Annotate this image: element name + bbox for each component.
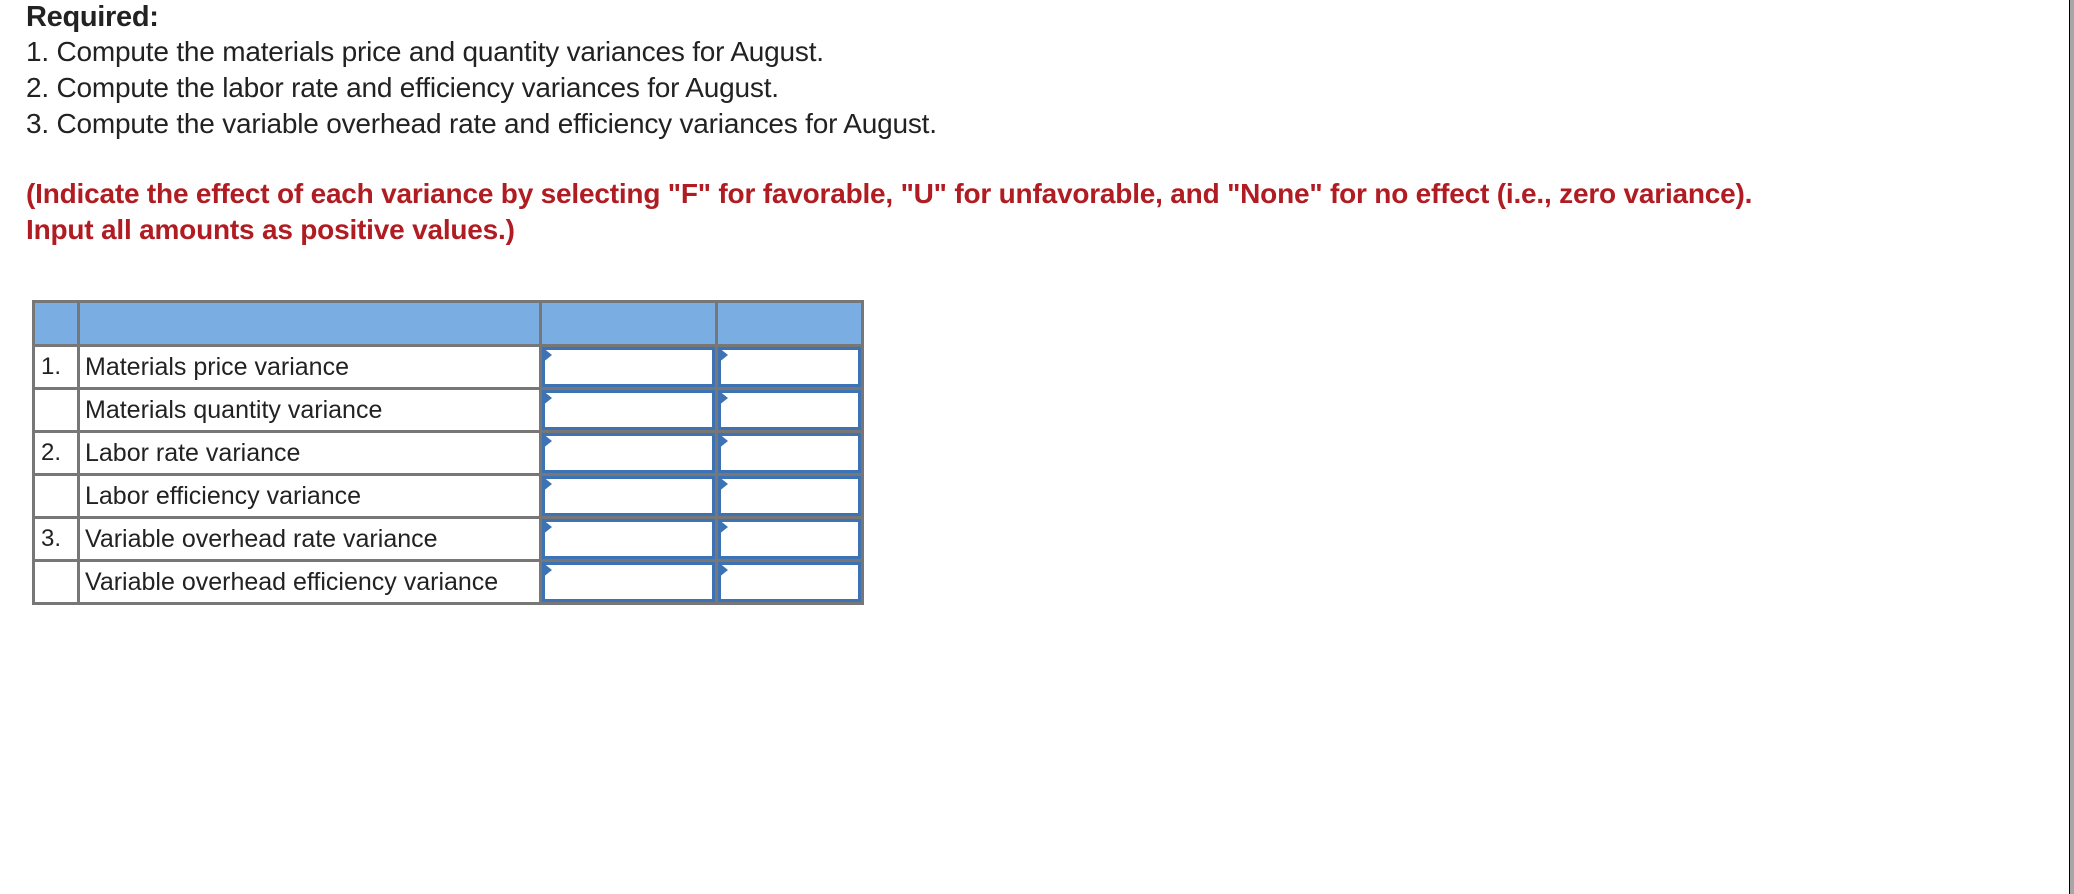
variance-table: 1. Materials price variance Materials qu… (32, 300, 864, 605)
header-label (77, 300, 542, 347)
input-flag-icon (542, 347, 552, 363)
input-flag-icon (718, 476, 728, 492)
row-number (32, 473, 80, 519)
input-flag-icon (542, 390, 552, 406)
amount-cell (539, 516, 718, 562)
amount-input[interactable] (542, 476, 715, 516)
table-row: 3. Variable overhead rate variance (32, 516, 864, 562)
row-number (32, 559, 80, 605)
effect-cell (715, 344, 864, 390)
table-row: 2. Labor rate variance (32, 430, 864, 476)
amount-input[interactable] (542, 390, 715, 430)
effect-select[interactable] (718, 433, 861, 473)
input-flag-icon (718, 347, 728, 363)
amount-cell (539, 387, 718, 433)
amount-input[interactable] (542, 519, 715, 559)
requirements-list: 1. Compute the materials price and quant… (26, 34, 2056, 142)
effect-select[interactable] (718, 562, 861, 602)
row-label: Variable overhead efficiency variance (77, 559, 542, 605)
amount-cell (539, 430, 718, 476)
row-label: Labor efficiency variance (77, 473, 542, 519)
amount-input[interactable] (542, 562, 715, 602)
input-flag-icon (718, 562, 728, 578)
effect-select[interactable] (718, 476, 861, 516)
effect-select[interactable] (718, 519, 861, 559)
requirement-item: 2. Compute the labor rate and efficiency… (26, 72, 779, 103)
table-row: Variable overhead efficiency variance (32, 559, 864, 605)
input-flag-icon (542, 519, 552, 535)
question-content: Required: 1. Compute the materials price… (26, 0, 2056, 248)
effect-cell (715, 473, 864, 519)
row-number: 1. (32, 344, 80, 390)
header-amount (539, 300, 718, 347)
input-flag-icon (718, 433, 728, 449)
required-heading: Required: (26, 1, 159, 33)
header-effect (715, 300, 864, 347)
amount-cell (539, 344, 718, 390)
row-label: Variable overhead rate variance (77, 516, 542, 562)
effect-cell (715, 387, 864, 433)
table-row: Labor efficiency variance (32, 473, 864, 519)
row-label: Materials quantity variance (77, 387, 542, 433)
effect-cell (715, 430, 864, 476)
table-row: Materials quantity variance (32, 387, 864, 433)
amount-input[interactable] (542, 347, 715, 387)
amount-cell (539, 473, 718, 519)
requirement-item: 3. Compute the variable overhead rate an… (26, 108, 937, 139)
requirement-item: 1. Compute the materials price and quant… (26, 36, 824, 67)
amount-cell (539, 559, 718, 605)
input-flag-icon (542, 433, 552, 449)
row-number: 3. (32, 516, 80, 562)
effect-cell (715, 516, 864, 562)
header-num (32, 300, 80, 347)
row-label: Materials price variance (77, 344, 542, 390)
effect-select[interactable] (718, 347, 861, 387)
window-edge-scrollbar[interactable] (2069, 0, 2074, 894)
instruction-text: (Indicate the effect of each variance by… (26, 178, 1753, 245)
input-flag-icon (718, 519, 728, 535)
row-label: Labor rate variance (77, 430, 542, 476)
input-flag-icon (718, 390, 728, 406)
effect-cell (715, 559, 864, 605)
amount-input[interactable] (542, 433, 715, 473)
input-flag-icon (542, 476, 552, 492)
table-row: 1. Materials price variance (32, 344, 864, 390)
input-flag-icon (542, 562, 552, 578)
table-header-row (32, 300, 864, 347)
row-number: 2. (32, 430, 80, 476)
row-number (32, 387, 80, 433)
effect-select[interactable] (718, 390, 861, 430)
